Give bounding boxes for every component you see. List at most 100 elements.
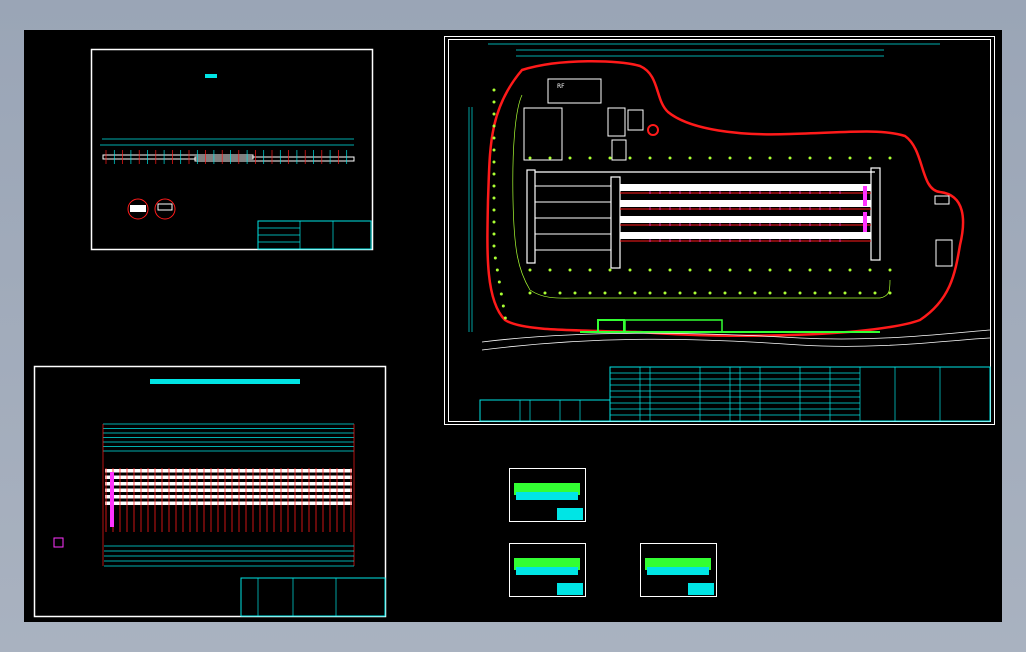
tree-icon	[503, 316, 507, 320]
detail-content	[130, 205, 146, 212]
tree-icon	[568, 268, 572, 272]
tree-icon	[888, 268, 892, 272]
tree-icon	[492, 172, 496, 176]
tree-icon	[558, 291, 562, 295]
tree-icon	[848, 268, 852, 272]
tree-icon	[688, 268, 692, 272]
tree-icon	[492, 208, 496, 212]
layout-rack-row	[105, 501, 352, 505]
layout-rack-row	[105, 495, 352, 499]
tree-icon	[573, 291, 577, 295]
road-edge	[481, 337, 991, 351]
tree-icon	[548, 156, 552, 160]
thumbnail-title-block	[557, 508, 583, 520]
tree-icon	[492, 124, 496, 128]
tree-icon	[548, 268, 552, 272]
building-block	[611, 139, 627, 161]
tree-icon	[633, 291, 637, 295]
tree-icon	[768, 156, 772, 160]
tree-icon	[588, 156, 592, 160]
tree-icon	[738, 291, 742, 295]
rack-frame	[610, 176, 621, 269]
layout-rack-row	[105, 488, 352, 492]
layout-rack-row	[105, 469, 352, 473]
rack-row	[620, 216, 871, 223]
tree-icon	[748, 268, 752, 272]
tree-icon	[868, 268, 872, 272]
title-block	[479, 399, 611, 422]
tree-icon	[788, 156, 792, 160]
tree-icon	[808, 268, 812, 272]
tree-icon	[888, 156, 892, 160]
tree-icon	[768, 268, 772, 272]
tree-icon	[495, 268, 499, 272]
rack-frame	[870, 167, 881, 261]
tree-icon	[813, 291, 817, 295]
tree-icon	[528, 291, 532, 295]
building-label: RF	[557, 83, 565, 90]
tree-icon	[492, 136, 496, 140]
layout-rack-row	[105, 475, 352, 479]
sheet-title	[150, 379, 300, 384]
tree-icon	[497, 280, 501, 284]
tree-icon	[501, 304, 505, 308]
tree-icon	[808, 156, 812, 160]
building-block	[523, 107, 563, 161]
building-rf	[547, 78, 602, 104]
tree-icon	[783, 291, 787, 295]
outbuilding	[935, 239, 953, 267]
tree-icon	[693, 291, 697, 295]
tree-icon	[768, 291, 772, 295]
tree-icon	[648, 291, 652, 295]
thumbnail-title-block	[557, 583, 583, 595]
detail-content	[157, 203, 173, 211]
tree-icon	[492, 220, 496, 224]
tree-icon	[648, 156, 652, 160]
tree-icon	[608, 268, 612, 272]
tree-icon	[499, 292, 503, 296]
tree-icon	[728, 156, 732, 160]
thumbnail-buildings	[516, 492, 578, 500]
tree-icon	[618, 291, 622, 295]
sheet-title	[205, 74, 217, 78]
tree-icon	[678, 291, 682, 295]
tree-icon	[868, 156, 872, 160]
tree-icon	[748, 156, 752, 160]
tree-icon	[492, 112, 496, 116]
tree-icon	[628, 268, 632, 272]
tree-icon	[798, 291, 802, 295]
tree-icon	[728, 268, 732, 272]
tree-icon	[648, 268, 652, 272]
tree-icon	[608, 156, 612, 160]
tree-icon	[668, 156, 672, 160]
tree-icon	[753, 291, 757, 295]
tree-icon	[543, 291, 547, 295]
highlight-marker	[863, 212, 867, 232]
green-structure	[624, 319, 723, 333]
tree-icon	[848, 156, 852, 160]
sheet-site-plan-inner-border	[448, 39, 991, 422]
tree-icon	[788, 268, 792, 272]
tree-icon	[603, 291, 607, 295]
building-block	[627, 109, 644, 131]
tree-icon	[528, 156, 532, 160]
building-block	[607, 107, 626, 137]
tree-icon	[492, 88, 496, 92]
outbuilding	[934, 195, 950, 205]
tree-icon	[828, 156, 832, 160]
cad-drawing[interactable]: RF	[0, 0, 1026, 652]
legend-symbol	[53, 537, 64, 548]
highlight-marker	[863, 186, 867, 206]
tree-icon	[858, 291, 862, 295]
layout-rack-row	[105, 482, 352, 486]
tree-icon	[723, 291, 727, 295]
site-boundary	[486, 59, 965, 338]
rack-frame	[526, 169, 536, 264]
thumbnail-title-block	[688, 583, 714, 595]
tree-icon	[828, 291, 832, 295]
inner-road	[512, 94, 891, 299]
tree-icon	[873, 291, 877, 295]
tree-icon	[492, 244, 496, 248]
sheet-elevation-border	[90, 48, 374, 251]
tree-icon	[492, 100, 496, 104]
